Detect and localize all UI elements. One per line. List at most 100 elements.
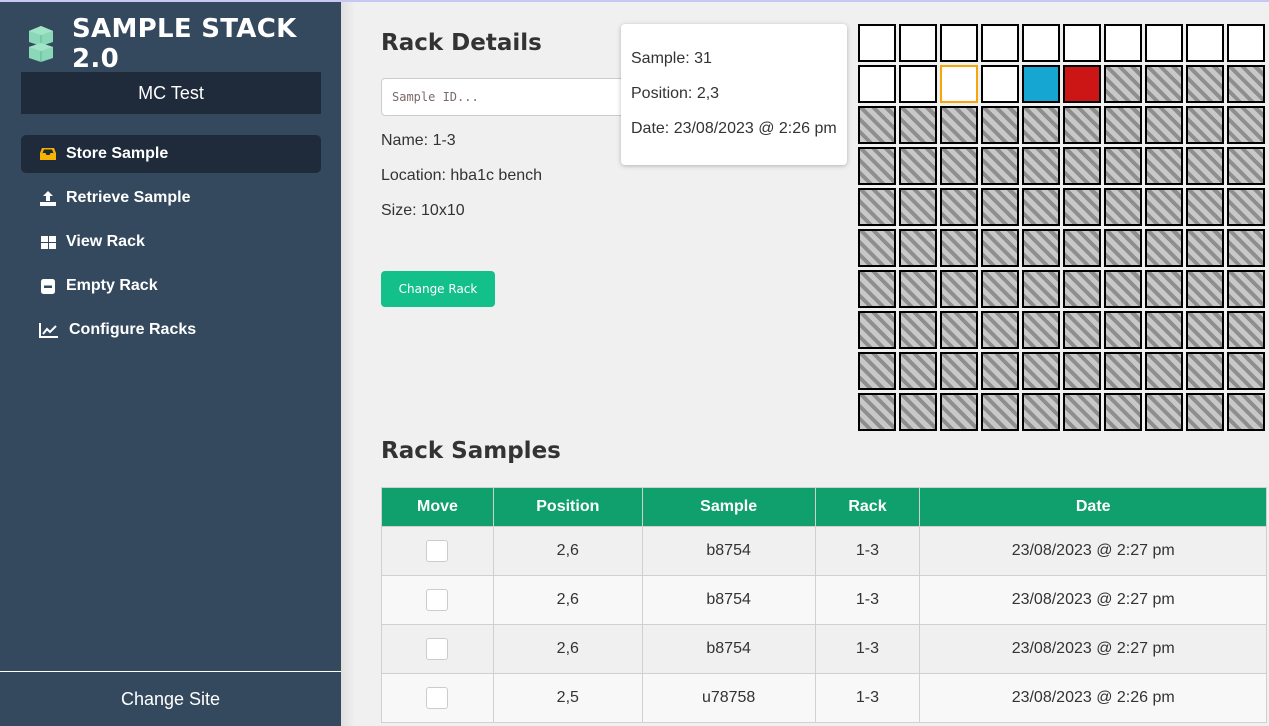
rack-cell-7-1[interactable] (858, 270, 896, 308)
rack-cell-10-7[interactable] (1104, 393, 1142, 431)
rack-cell-1-4[interactable] (981, 24, 1019, 62)
rack-cell-5-5[interactable] (1022, 188, 1060, 226)
rack-cell-9-4[interactable] (981, 352, 1019, 390)
rack-cell-5-7[interactable] (1104, 188, 1142, 226)
rack-cell-2-10[interactable] (1227, 65, 1265, 103)
rack-cell-5-10[interactable] (1227, 188, 1265, 226)
rack-cell-10-6[interactable] (1063, 393, 1101, 431)
rack-cell-3-5[interactable] (1022, 106, 1060, 144)
rack-cell-3-10[interactable] (1227, 106, 1265, 144)
rack-cell-1-3[interactable] (940, 24, 978, 62)
rack-cell-9-3[interactable] (940, 352, 978, 390)
rack-cell-9-6[interactable] (1063, 352, 1101, 390)
rack-cell-7-4[interactable] (981, 270, 1019, 308)
rack-cell-1-7[interactable] (1104, 24, 1142, 62)
rack-cell-3-1[interactable] (858, 106, 896, 144)
rack-cell-1-1[interactable] (858, 24, 896, 62)
rack-cell-3-6[interactable] (1063, 106, 1101, 144)
rack-cell-1-8[interactable] (1145, 24, 1183, 62)
rack-cell-2-4[interactable] (981, 65, 1019, 103)
rack-cell-9-2[interactable] (899, 352, 937, 390)
rack-cell-1-10[interactable] (1227, 24, 1265, 62)
rack-cell-9-5[interactable] (1022, 352, 1060, 390)
rack-cell-5-9[interactable] (1186, 188, 1224, 226)
rack-cell-6-5[interactable] (1022, 229, 1060, 267)
change-site-button[interactable]: Change Site (0, 671, 341, 726)
rack-cell-9-9[interactable] (1186, 352, 1224, 390)
move-checkbox[interactable] (426, 540, 449, 562)
rack-cell-7-5[interactable] (1022, 270, 1060, 308)
rack-cell-9-7[interactable] (1104, 352, 1142, 390)
rack-cell-4-2[interactable] (899, 147, 937, 185)
rack-cell-10-10[interactable] (1227, 393, 1265, 431)
rack-cell-4-6[interactable] (1063, 147, 1101, 185)
rack-cell-10-3[interactable] (940, 393, 978, 431)
rack-cell-2-5[interactable] (1022, 65, 1060, 103)
rack-cell-6-6[interactable] (1063, 229, 1101, 267)
rack-cell-5-2[interactable] (899, 188, 937, 226)
rack-cell-5-4[interactable] (981, 188, 1019, 226)
rack-cell-4-7[interactable] (1104, 147, 1142, 185)
rack-cell-4-1[interactable] (858, 147, 896, 185)
rack-cell-8-7[interactable] (1104, 311, 1142, 349)
rack-cell-10-2[interactable] (899, 393, 937, 431)
rack-cell-2-7[interactable] (1104, 65, 1142, 103)
rack-cell-2-6[interactable] (1063, 65, 1101, 103)
rack-cell-8-8[interactable] (1145, 311, 1183, 349)
move-checkbox[interactable] (426, 589, 449, 611)
rack-cell-8-2[interactable] (899, 311, 937, 349)
rack-cell-9-1[interactable] (858, 352, 896, 390)
rack-cell-10-4[interactable] (981, 393, 1019, 431)
rack-cell-5-8[interactable] (1145, 188, 1183, 226)
sample-id-input[interactable] (381, 78, 631, 116)
rack-cell-7-9[interactable] (1186, 270, 1224, 308)
sidebar-item-empty-rack[interactable]: Empty Rack (21, 267, 321, 305)
rack-cell-4-3[interactable] (940, 147, 978, 185)
rack-cell-7-3[interactable] (940, 270, 978, 308)
rack-cell-3-2[interactable] (899, 106, 937, 144)
rack-cell-8-1[interactable] (858, 311, 896, 349)
rack-cell-3-8[interactable] (1145, 106, 1183, 144)
rack-cell-4-9[interactable] (1186, 147, 1224, 185)
rack-cell-5-1[interactable] (858, 188, 896, 226)
rack-cell-10-8[interactable] (1145, 393, 1183, 431)
rack-cell-3-7[interactable] (1104, 106, 1142, 144)
rack-cell-5-3[interactable] (940, 188, 978, 226)
rack-cell-6-9[interactable] (1186, 229, 1224, 267)
rack-cell-9-10[interactable] (1227, 352, 1265, 390)
rack-cell-1-5[interactable] (1022, 24, 1060, 62)
rack-cell-3-4[interactable] (981, 106, 1019, 144)
sidebar-item-store-sample[interactable]: Store Sample (21, 135, 321, 173)
rack-cell-4-4[interactable] (981, 147, 1019, 185)
rack-cell-10-1[interactable] (858, 393, 896, 431)
rack-cell-7-8[interactable] (1145, 270, 1183, 308)
move-checkbox[interactable] (426, 638, 449, 660)
rack-cell-6-7[interactable] (1104, 229, 1142, 267)
rack-cell-8-3[interactable] (940, 311, 978, 349)
rack-cell-6-3[interactable] (940, 229, 978, 267)
rack-cell-6-10[interactable] (1227, 229, 1265, 267)
rack-cell-6-8[interactable] (1145, 229, 1183, 267)
rack-cell-3-3[interactable] (940, 106, 978, 144)
rack-cell-5-6[interactable] (1063, 188, 1101, 226)
move-checkbox[interactable] (426, 687, 449, 709)
sidebar-item-retrieve-sample[interactable]: Retrieve Sample (21, 179, 321, 217)
rack-cell-7-10[interactable] (1227, 270, 1265, 308)
rack-cell-3-9[interactable] (1186, 106, 1224, 144)
sidebar-item-configure-racks[interactable]: Configure Racks (21, 311, 321, 349)
rack-cell-1-2[interactable] (899, 24, 937, 62)
sidebar-item-view-rack[interactable]: View Rack (21, 223, 321, 261)
rack-cell-7-6[interactable] (1063, 270, 1101, 308)
rack-cell-10-5[interactable] (1022, 393, 1060, 431)
rack-cell-2-2[interactable] (899, 65, 937, 103)
change-rack-button[interactable]: Change Rack (381, 271, 495, 307)
rack-cell-8-9[interactable] (1186, 311, 1224, 349)
rack-cell-2-9[interactable] (1186, 65, 1224, 103)
rack-cell-1-6[interactable] (1063, 24, 1101, 62)
rack-cell-4-10[interactable] (1227, 147, 1265, 185)
rack-cell-6-4[interactable] (981, 229, 1019, 267)
rack-cell-10-9[interactable] (1186, 393, 1224, 431)
rack-cell-1-9[interactable] (1186, 24, 1224, 62)
rack-cell-4-8[interactable] (1145, 147, 1183, 185)
rack-cell-8-4[interactable] (981, 311, 1019, 349)
